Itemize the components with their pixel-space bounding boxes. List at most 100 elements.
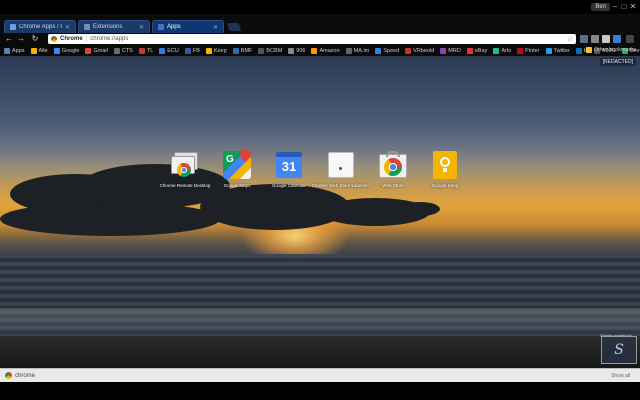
tab-title: Chrome Apps / Customize — [19, 24, 62, 30]
status-label: chrome — [15, 372, 36, 379]
extension-icon[interactable] — [602, 35, 610, 43]
address-bar[interactable]: Chrome | chrome://apps ☆ — [48, 34, 576, 44]
bookmark-item[interactable]: VRbeold — [405, 47, 434, 54]
bookmark-favicon-icon — [545, 47, 552, 54]
photo-credit[interactable]: [REDACTED] — [599, 58, 636, 66]
bookmark-favicon-icon — [205, 47, 212, 54]
forward-button[interactable]: → — [16, 34, 26, 44]
window-titlebar: Ben – □ ✕ — [0, 0, 640, 14]
bookmark-item[interactable]: FB — [184, 47, 200, 54]
bookmark-label: BMF — [240, 47, 253, 54]
bookmark-item[interactable]: eBay — [466, 47, 488, 54]
close-window-button[interactable]: ✕ — [628, 2, 638, 12]
google-maps-icon: G — [222, 146, 254, 180]
tab-apps[interactable]: Apps ✕ — [152, 20, 224, 33]
cloud-shape — [0, 202, 220, 236]
bookmark-favicon-icon — [440, 47, 447, 54]
bookmark-item[interactable]: ECU — [159, 47, 179, 54]
bookmark-label: FB — [192, 47, 200, 54]
bookmark-label: CTS — [121, 47, 133, 54]
other-bookmarks-label: Other bookmarks — [593, 47, 636, 53]
bookmark-label: MRD — [448, 47, 461, 54]
app-label: Google Maps — [223, 183, 251, 188]
new-tab-button[interactable] — [226, 23, 242, 31]
bookmark-item[interactable]: Keep — [205, 47, 227, 54]
bookmark-item[interactable]: 906 — [288, 47, 305, 54]
bookmark-item[interactable]: BCBM — [258, 47, 283, 54]
browser-toolbar: ← → ↻ Chrome | chrome://apps ☆ — [0, 33, 640, 45]
bookmark-item[interactable]: Amazon — [311, 47, 340, 54]
app-label: Web Store — [382, 183, 404, 188]
bookmark-item[interactable]: MA.im — [345, 47, 369, 54]
bookmark-item[interactable]: MRD — [440, 47, 461, 54]
app-chrome-web-store[interactable]: Web Store — [376, 150, 410, 188]
bookmark-item[interactable]: BMF — [232, 47, 253, 54]
bookmark-favicon-icon — [575, 47, 582, 54]
show-all-link[interactable]: Show all — [611, 373, 630, 379]
bookmark-label: TL — [146, 47, 154, 54]
bookmark-label: Amazon — [319, 47, 340, 54]
back-button[interactable]: ← — [4, 34, 14, 44]
bookmark-favicon-icon — [311, 47, 318, 54]
bookmark-item[interactable]: Pinter — [517, 47, 540, 54]
bookmark-favicon-icon — [493, 47, 500, 54]
extension-icon[interactable] — [613, 35, 621, 43]
tab-title: Extensions — [93, 24, 123, 30]
shoreline-background — [0, 308, 640, 338]
bookmark-item[interactable]: CTS — [113, 47, 133, 54]
bookmark-favicon-icon — [288, 47, 295, 54]
app-label: Chrome Remote Desktop — [159, 183, 211, 188]
bookmark-star-icon[interactable]: ☆ — [567, 35, 573, 43]
tab-extensions[interactable]: Extensions ✕ — [78, 20, 150, 33]
bookmarks-bar: Apps Alle Google Gmail CTS TL ECU FB Keep BMF BCBM… — [0, 45, 640, 56]
bookmark-favicon-icon — [184, 47, 191, 54]
extension-icon[interactable] — [580, 35, 588, 43]
bookmark-label: eBay — [474, 47, 488, 54]
bookmark-item[interactable]: Arlo — [493, 47, 511, 54]
theme-logo[interactable]: S — [601, 336, 637, 364]
reload-button[interactable]: ↻ — [30, 34, 40, 44]
bookmark-item[interactable]: Speed — [375, 47, 400, 54]
chrome-icon — [51, 36, 57, 42]
bookmark-label: Pinter — [525, 47, 540, 54]
app-label: Google Calendar — [271, 183, 307, 188]
bookmark-item[interactable]: TL — [138, 47, 154, 54]
extension-icon[interactable] — [591, 35, 599, 43]
bookmark-favicon-icon — [4, 47, 10, 54]
menu-icon[interactable] — [626, 35, 634, 43]
bookmark-label: Apps — [12, 47, 25, 54]
app-google-maps[interactable]: G Google Maps — [220, 146, 254, 188]
bookmark-label: BCBM — [266, 47, 283, 54]
site-label: Chrome — [60, 36, 83, 42]
tab-favicon-icon — [84, 24, 90, 30]
chrome-remote-desktop-icon — [170, 150, 200, 180]
close-tab-icon[interactable]: ✕ — [65, 24, 70, 31]
bookmark-favicon-icon — [375, 47, 382, 54]
bookmark-item[interactable]: Gmail — [85, 47, 108, 54]
other-bookmarks-folder[interactable]: Other bookmarks — [585, 47, 636, 53]
chrome-icon — [5, 372, 12, 379]
bookmark-label: Speed — [383, 47, 400, 54]
bookmark-favicon-icon — [405, 47, 412, 54]
apps-grid: Chrome Remote Desktop G Google Maps 31 G… — [160, 146, 462, 188]
google-calendar-icon: 31 — [274, 150, 304, 180]
bookmark-label: Gmail — [93, 47, 108, 54]
bookmark-item[interactable]: Twitter — [545, 47, 570, 54]
app-web-store-launcher[interactable]: Chrome Web Store Launcher — [312, 150, 370, 188]
profile-badge[interactable]: Ben — [591, 3, 610, 11]
bookmark-item[interactable]: Google — [53, 47, 80, 54]
close-tab-icon[interactable]: ✕ — [139, 24, 144, 31]
bookmark-label: Google — [61, 47, 80, 54]
close-tab-icon[interactable]: ✕ — [213, 24, 218, 31]
tab-chrome-apps[interactable]: Chrome Apps / Customize ✕ — [4, 20, 76, 33]
tab-favicon-icon — [158, 24, 164, 30]
app-chrome-remote-desktop[interactable]: Chrome Remote Desktop — [160, 150, 210, 188]
url-text: chrome://apps — [90, 36, 129, 42]
bookmark-item[interactable]: Apps — [4, 47, 25, 54]
app-google-calendar[interactable]: 31 Google Calendar — [272, 150, 306, 188]
bookmark-item[interactable]: Alle — [30, 47, 48, 54]
beach-background — [0, 336, 640, 368]
app-google-keep[interactable]: Google Keep — [428, 150, 462, 188]
app-label: Google Keep — [431, 183, 459, 188]
bookmark-favicon-icon — [85, 47, 92, 54]
